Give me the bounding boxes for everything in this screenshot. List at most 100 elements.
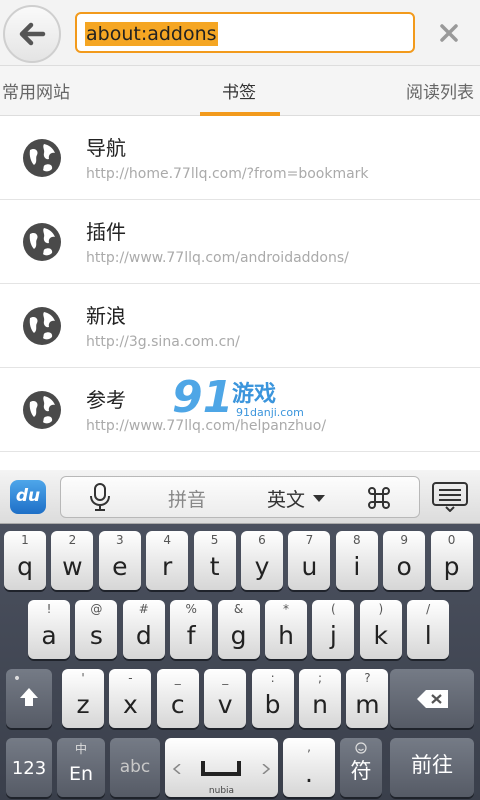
key-secondary-label: _ [174, 671, 181, 685]
key-secondary-label: 0 [447, 533, 456, 547]
bookmark-title: 新浪 [86, 304, 126, 328]
key-label: u [301, 552, 318, 581]
key-j[interactable]: (j [312, 600, 355, 659]
key-o[interactable]: 9o [383, 531, 426, 590]
key-b[interactable]: :b [251, 669, 294, 728]
key-z[interactable]: ' z [62, 669, 104, 728]
key-secondary-label: 8 [352, 533, 361, 547]
key-g[interactable]: & g [217, 600, 260, 659]
key-label: p [443, 552, 460, 581]
key-label: s [89, 621, 103, 650]
key-label: n [312, 690, 328, 719]
backspace-key[interactable] [390, 669, 474, 728]
tab-common-sites[interactable]: 常用网站 [2, 78, 70, 103]
key-secondary-label: ; [317, 671, 323, 685]
key-y[interactable]: 6y [241, 531, 283, 590]
cursor-left-icon [173, 764, 181, 774]
abc-key[interactable]: abc [110, 738, 160, 797]
emoji-icon [355, 742, 367, 754]
key-secondary-label: 1 [21, 533, 29, 547]
key-e[interactable]: 3e [98, 531, 141, 590]
tab-bookmarks[interactable]: 书签 [222, 78, 256, 103]
key-label: w [62, 552, 83, 581]
key-secondary-label: 7 [305, 533, 314, 547]
key-label: l [424, 621, 432, 650]
key-a[interactable]: ! a [28, 600, 70, 659]
tab-bar: 常用网站 书签 阅读列表 [0, 66, 480, 116]
key-u[interactable]: 7u [288, 531, 331, 590]
url-text: about:addons [85, 22, 218, 46]
key-secondary-label: ) [378, 602, 384, 616]
space-key[interactable]: nubia [165, 738, 278, 797]
key-label: b [264, 690, 281, 719]
key-t[interactable]: 5t [193, 531, 236, 590]
key-secondary-label: 3 [115, 533, 124, 547]
globe-icon [23, 223, 61, 261]
watermark: 91 游戏 91danji.com [172, 372, 312, 432]
tab-reading-list[interactable]: 阅读列表 [406, 78, 474, 103]
key-c[interactable]: _ c [156, 669, 199, 728]
go-key-label: 前往 [411, 753, 453, 777]
bookmark-item[interactable]: 新浪 http://3g.sina.com.cn/ [0, 284, 480, 368]
symbols-key[interactable]: 符 [340, 738, 382, 797]
key-secondary-label: @ [90, 602, 103, 616]
key-i[interactable]: 8i [335, 531, 378, 590]
shift-arrow-icon [20, 688, 38, 706]
key-r[interactable]: 4r [146, 531, 189, 590]
key-f[interactable]: % f [170, 600, 213, 659]
space-brand-label: nubia [208, 786, 235, 796]
key-l[interactable]: / l [407, 600, 450, 659]
key-secondary-label: ( [331, 602, 336, 616]
language-key-label: En [68, 763, 94, 785]
key-secondary-label: * [283, 602, 289, 616]
ime-logo[interactable]: du [10, 480, 46, 514]
numbers-key-label: 123 [11, 758, 47, 779]
key-secondary-label: 6 [258, 533, 266, 547]
backspace-icon [417, 690, 448, 708]
key-n[interactable]: ; n [299, 669, 341, 728]
symbols-key-label: 符 [350, 759, 372, 783]
key-v[interactable]: _ v [204, 669, 247, 728]
key-p[interactable]: 0p [430, 531, 473, 590]
key-label: q [17, 552, 33, 581]
bookmark-item[interactable]: 导航 http://home.77llq.com/?from=bookmark [0, 116, 480, 200]
keyboard-menu-icon[interactable] [432, 482, 468, 512]
key-x[interactable]: -x [109, 669, 152, 728]
key-secondary-label: 9 [400, 533, 408, 547]
key-secondary-label: % [185, 602, 197, 616]
period-key[interactable]: , . [283, 738, 335, 797]
pinyin-mode[interactable]: 拼音 [168, 485, 206, 512]
key-label: r [162, 552, 173, 581]
bookmark-url: http://www.77llq.com/androidaddons/ [86, 250, 349, 266]
key-label: v [217, 690, 233, 719]
shift-key[interactable]: • [6, 669, 52, 728]
watermark-site: 91danji.com [236, 406, 304, 419]
key-h[interactable]: * h [265, 600, 307, 659]
numbers-key[interactable]: 123 [6, 738, 52, 797]
key-label: k [373, 621, 389, 650]
english-mode[interactable]: 英文 [267, 485, 305, 512]
back-button[interactable] [3, 5, 61, 63]
key-label: m [355, 690, 380, 719]
command-icon[interactable] [366, 485, 392, 511]
key-d[interactable]: # d [122, 600, 165, 659]
key-w[interactable]: 2w [51, 531, 94, 590]
bookmark-url: http://3g.sina.com.cn/ [86, 334, 240, 350]
key-label: x [122, 690, 138, 719]
key-q[interactable]: 1q [4, 531, 46, 590]
clear-icon[interactable] [436, 20, 462, 46]
microphone-icon[interactable] [88, 482, 112, 512]
key-label: c [170, 690, 185, 719]
bookmark-item[interactable]: 插件 http://www.77llq.com/androidaddons/ [0, 200, 480, 284]
go-key[interactable]: 前往 [390, 738, 474, 797]
back-arrow-icon [19, 22, 46, 46]
bookmark-title: 导航 [86, 136, 126, 160]
key-label: i [353, 552, 361, 581]
language-key[interactable]: 中 En [57, 738, 105, 797]
period-key-top: , [307, 740, 311, 754]
key-label: j [329, 621, 337, 650]
key-m[interactable]: ? m [346, 669, 389, 728]
key-s[interactable]: @ s [75, 600, 118, 659]
url-input[interactable]: about:addons [75, 12, 415, 53]
key-k[interactable]: ) k [359, 600, 402, 659]
